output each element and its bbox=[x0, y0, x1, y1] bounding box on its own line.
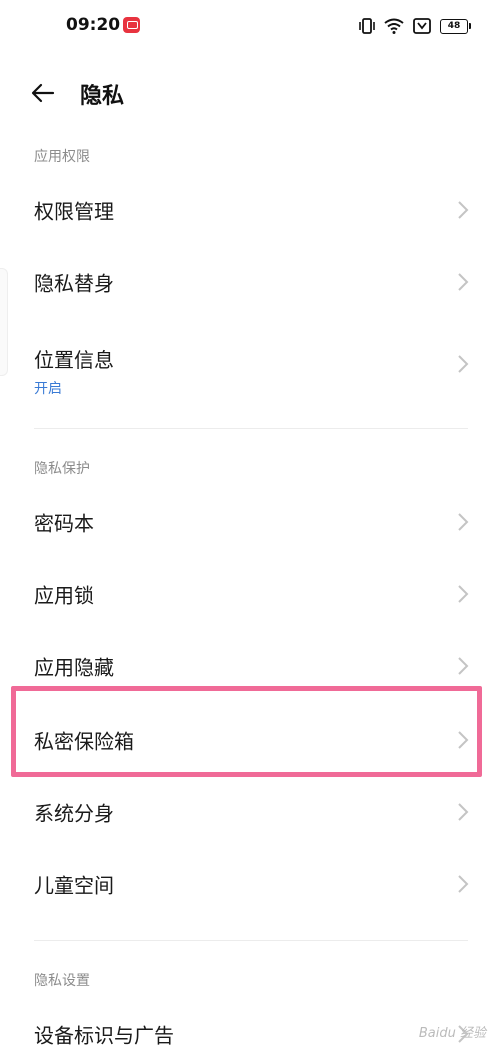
screen-record-icon bbox=[123, 17, 140, 33]
row-label: 密码本 bbox=[34, 511, 94, 536]
row-label: 儿童空间 bbox=[34, 873, 114, 898]
row-label: 应用隐藏 bbox=[34, 655, 114, 680]
arrow-left-icon bbox=[31, 83, 55, 103]
privacy-settings-screen: 09:20 48 隐私 应用权限 权限管理 隐私替身 位置信息 开启 隐私保护 … bbox=[0, 0, 500, 1055]
row-system-clone[interactable]: 系统分身 bbox=[12, 776, 482, 848]
chevron-right-icon bbox=[458, 355, 469, 373]
row-privacy-substitute[interactable]: 隐私替身 bbox=[12, 246, 482, 318]
row-label: 隐私替身 bbox=[34, 271, 114, 296]
chevron-right-icon bbox=[458, 513, 469, 531]
chevron-right-icon bbox=[458, 657, 469, 675]
status-bar: 09:20 48 bbox=[0, 0, 500, 54]
row-location-info[interactable]: 位置信息 开启 bbox=[12, 318, 482, 410]
row-private-safe[interactable]: 私密保险箱 bbox=[12, 704, 482, 776]
row-password-book[interactable]: 密码本 bbox=[12, 486, 482, 558]
side-drag-handle[interactable] bbox=[0, 268, 8, 376]
row-label: 应用锁 bbox=[34, 583, 94, 608]
row-kids-space[interactable]: 儿童空间 bbox=[12, 848, 482, 920]
chevron-right-icon bbox=[458, 585, 469, 603]
chevron-right-icon bbox=[458, 875, 469, 893]
row-label: 系统分身 bbox=[34, 801, 114, 826]
row-app-hide[interactable]: 应用隐藏 bbox=[12, 630, 482, 702]
chevron-right-icon bbox=[458, 273, 469, 291]
vibrate-icon bbox=[359, 18, 375, 34]
section-divider bbox=[34, 428, 468, 429]
battery-level: 48 bbox=[447, 20, 461, 31]
section-divider bbox=[34, 940, 468, 941]
location-status: 开启 bbox=[34, 381, 62, 397]
row-label: 设备标识与广告 bbox=[34, 1023, 174, 1048]
section-header-protection: 隐私保护 bbox=[34, 461, 90, 477]
page-title: 隐私 bbox=[80, 84, 125, 109]
notification-box-icon bbox=[413, 18, 431, 34]
row-app-lock[interactable]: 应用锁 bbox=[12, 558, 482, 630]
chevron-right-icon bbox=[458, 731, 469, 749]
row-permission-management[interactable]: 权限管理 bbox=[12, 174, 482, 246]
watermark: Baidu 经验 bbox=[418, 1026, 486, 1041]
row-device-id-ads[interactable]: 设备标识与广告 bbox=[12, 998, 482, 1055]
row-label: 私密保险箱 bbox=[34, 729, 134, 754]
back-button[interactable] bbox=[26, 76, 60, 110]
battery-icon: 48 bbox=[440, 18, 471, 34]
chevron-right-icon bbox=[458, 201, 469, 219]
row-label: 位置信息 bbox=[34, 348, 114, 372]
wifi-icon bbox=[384, 18, 404, 34]
section-header-permissions: 应用权限 bbox=[34, 149, 90, 165]
section-header-settings: 隐私设置 bbox=[34, 973, 90, 989]
page-header: 隐私 bbox=[0, 66, 500, 120]
status-time: 09:20 bbox=[66, 15, 121, 35]
status-icons: 48 bbox=[359, 15, 471, 37]
row-label: 权限管理 bbox=[34, 199, 114, 224]
chevron-right-icon bbox=[458, 803, 469, 821]
